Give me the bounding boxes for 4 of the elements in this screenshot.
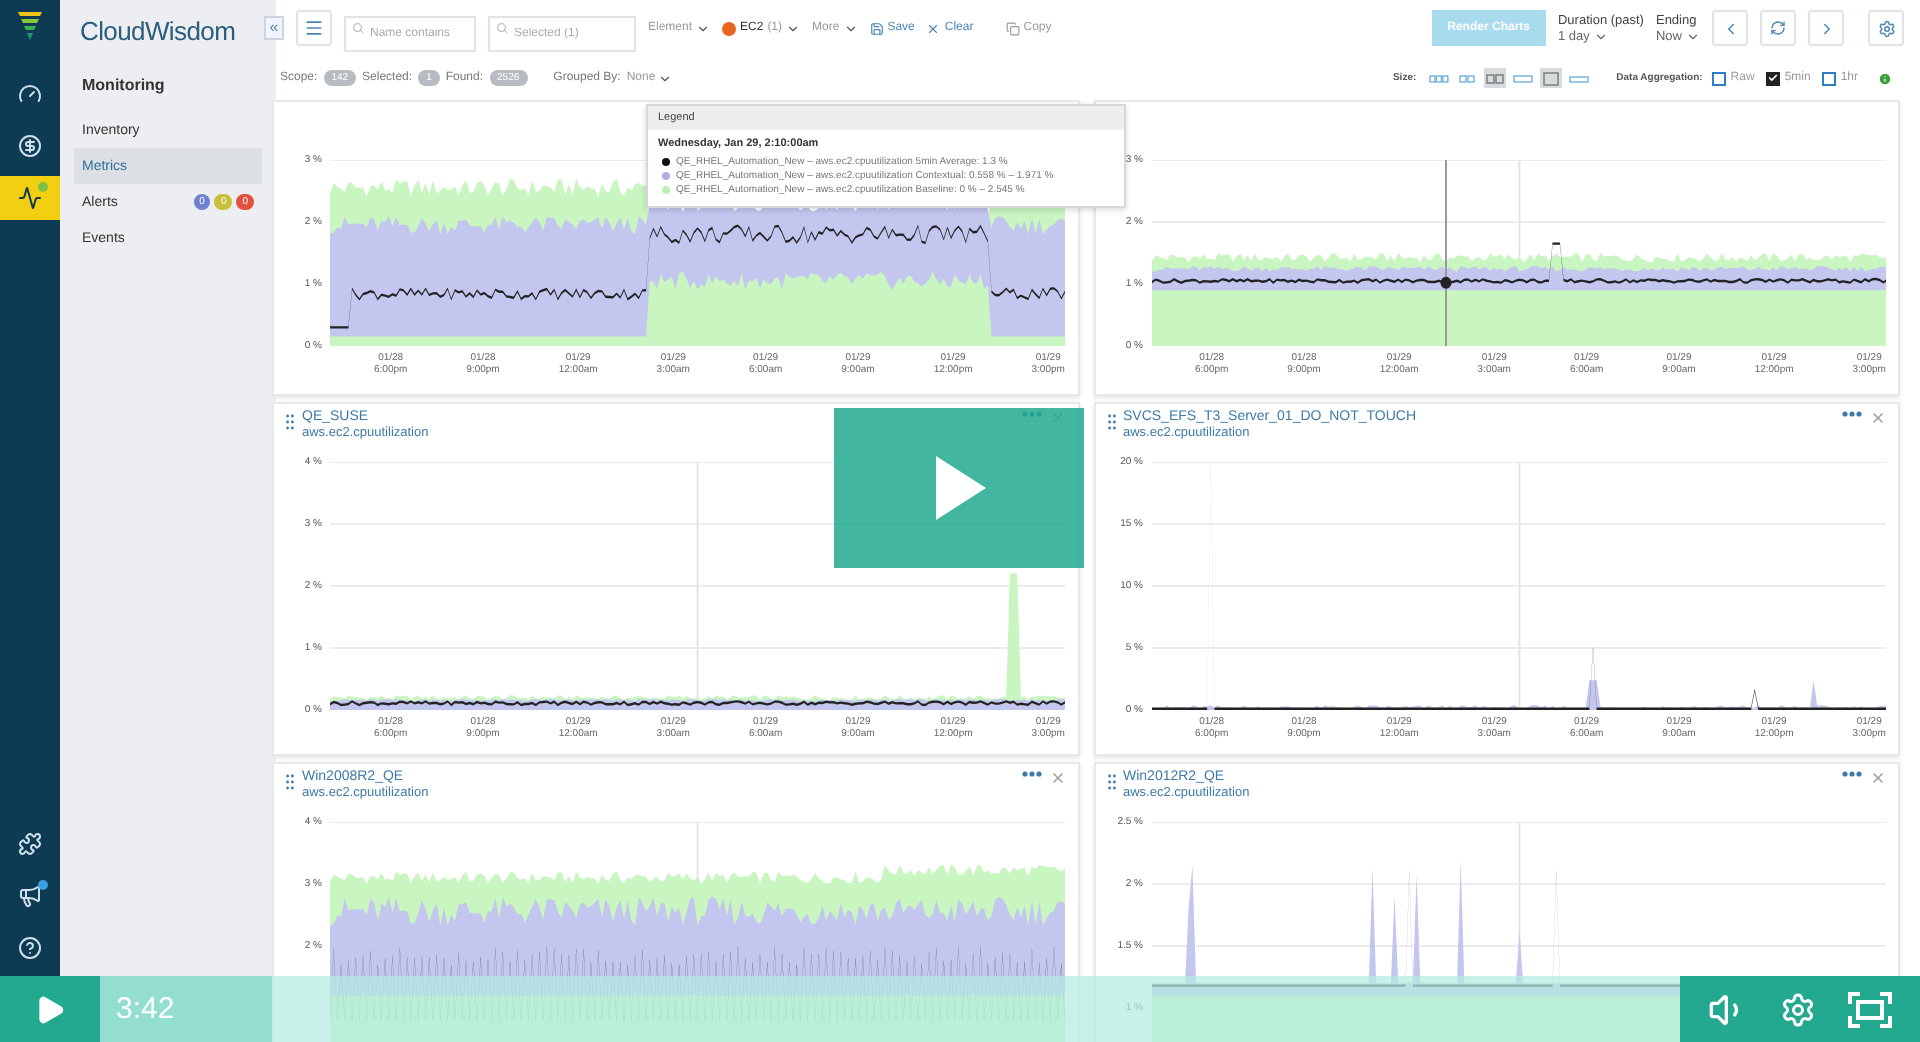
sidebar-heading: Monitoring — [82, 76, 167, 94]
collapse-button[interactable]: « — [264, 16, 284, 40]
app-logo: CloudWisdom — [80, 15, 236, 45]
video-time: 3:42 — [100, 976, 272, 1042]
